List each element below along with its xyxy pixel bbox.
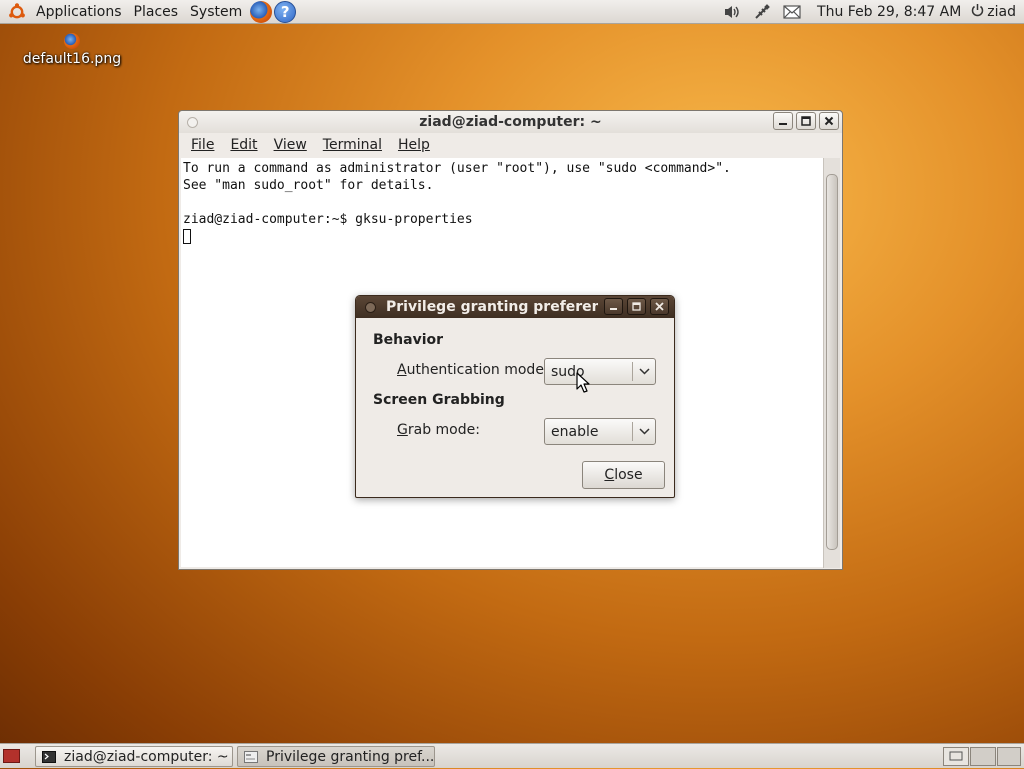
privilege-dialog: Privilege granting preferen Behavior Aut… — [355, 295, 675, 498]
taskbar-item-label: ziad@ziad-computer: ~ — [64, 748, 229, 765]
menu-file[interactable]: File — [183, 137, 222, 153]
terminal-cursor — [183, 229, 191, 244]
close-button[interactable]: Close — [582, 461, 665, 489]
system-tray: Thu Feb 29, 8:47 AM ziad — [717, 0, 1024, 24]
screen-grabbing-heading: Screen Grabbing — [373, 392, 505, 408]
mouse-pointer-icon — [576, 372, 590, 393]
grab-mode-value: enable — [551, 423, 599, 440]
desktop-file-label: default16.png — [22, 51, 122, 67]
window-menu-icon[interactable] — [365, 302, 376, 313]
menu-view[interactable]: View — [266, 137, 315, 153]
mail-icon[interactable] — [783, 3, 801, 21]
system-menu[interactable]: System — [184, 0, 248, 24]
workspace-1[interactable] — [943, 747, 969, 766]
volume-icon[interactable] — [723, 3, 741, 21]
terminal-menubar: File Edit View Terminal Help — [179, 133, 842, 157]
close-icon — [824, 116, 834, 126]
dialog-icon — [244, 750, 258, 763]
workspace-3[interactable] — [997, 747, 1021, 766]
grab-mode-select[interactable]: enable — [544, 418, 656, 445]
terminal-titlebar[interactable]: ziad@ziad-computer: ~ — [179, 111, 842, 133]
maximize-icon — [801, 116, 811, 126]
window-menu-icon[interactable] — [187, 117, 198, 128]
maximize-icon — [632, 302, 641, 311]
minimize-button[interactable] — [773, 112, 793, 130]
places-menu[interactable]: Places — [128, 0, 185, 24]
terminal-title: ziad@ziad-computer: ~ — [419, 114, 602, 130]
dialog-minimize-button[interactable] — [604, 298, 623, 315]
menu-terminal[interactable]: Terminal — [315, 137, 390, 153]
terminal-line: To run a command as administrator (user … — [183, 161, 731, 176]
terminal-line: See "man sudo_root" for details. — [183, 178, 434, 193]
chevron-down-icon — [633, 368, 655, 375]
clock[interactable]: Thu Feb 29, 8:47 AM — [807, 4, 969, 20]
maximize-button[interactable] — [796, 112, 816, 130]
chevron-down-icon — [633, 428, 655, 435]
user-name: ziad — [987, 3, 1016, 20]
authentication-mode-label: Authentication mode: — [397, 362, 549, 378]
top-panel: Applications Places System ? Thu Feb 29,… — [0, 0, 1024, 24]
scroll-thumb[interactable] — [826, 174, 838, 550]
scroll-up-icon[interactable] — [824, 158, 840, 172]
taskbar-item-terminal[interactable]: ziad@ziad-computer: ~ — [35, 746, 233, 767]
dialog-titlebar[interactable]: Privilege granting preferen — [356, 296, 674, 318]
dialog-title: Privilege granting preferen — [386, 299, 598, 315]
network-icon[interactable] — [753, 3, 771, 21]
taskbar-item-privilege-dialog[interactable]: Privilege granting pref... — [237, 746, 435, 767]
authentication-mode-select[interactable]: sudo — [544, 358, 656, 385]
grab-mode-label: Grab mode: — [397, 422, 480, 438]
terminal-prompt-line: ziad@ziad-computer:~$ gksu-properties — [183, 212, 473, 227]
terminal-scrollbar[interactable] — [823, 158, 840, 568]
menu-edit[interactable]: Edit — [222, 137, 265, 153]
behavior-heading: Behavior — [373, 332, 444, 348]
workspace-2[interactable] — [970, 747, 996, 766]
taskbar-item-label: Privilege granting pref... — [266, 748, 435, 765]
dialog-close-window-button[interactable] — [650, 298, 669, 315]
desktop-file-icon[interactable]: default16.png — [22, 33, 122, 67]
power-icon — [971, 3, 984, 21]
bottom-panel: ziad@ziad-computer: ~ Privilege granting… — [0, 743, 1024, 768]
minimize-icon — [610, 308, 617, 310]
show-desktop-icon[interactable] — [3, 749, 20, 763]
image-file-icon — [64, 33, 80, 49]
minimize-icon — [779, 123, 787, 125]
firefox-icon[interactable] — [250, 0, 273, 23]
dialog-maximize-button[interactable] — [627, 298, 646, 315]
terminal-icon — [42, 750, 56, 763]
close-icon — [655, 302, 664, 311]
ubuntu-logo-icon[interactable] — [8, 2, 26, 21]
menu-help[interactable]: Help — [390, 137, 438, 153]
user-menu[interactable]: ziad — [969, 3, 1024, 21]
help-icon[interactable]: ? — [274, 0, 297, 23]
close-window-button[interactable] — [819, 112, 839, 130]
applications-menu[interactable]: Applications — [30, 0, 128, 24]
